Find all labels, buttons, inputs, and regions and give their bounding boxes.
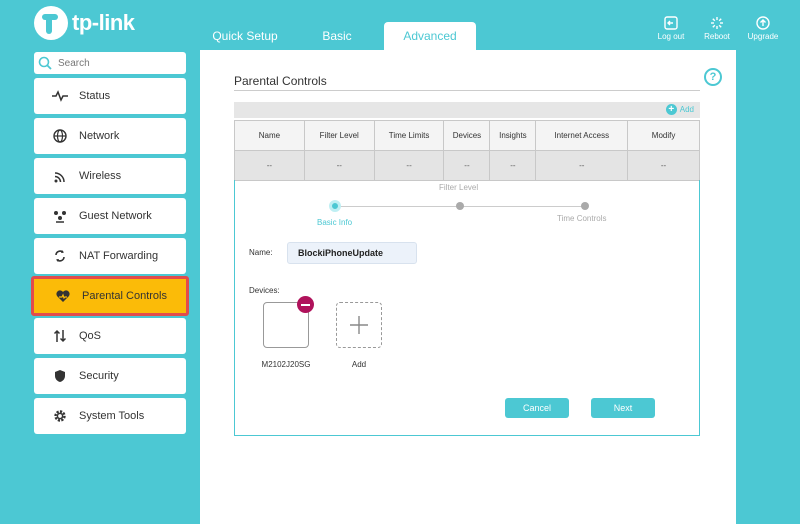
sidebar-item-system-tools[interactable]: System Tools: [34, 398, 186, 434]
sidebar-item-label: NAT Forwarding: [79, 250, 159, 262]
shield-icon: [52, 368, 68, 384]
device-name: M2102J20SG: [261, 360, 311, 369]
tab-basic[interactable]: Basic: [292, 22, 382, 50]
step-filter-level-label: Filter Level: [439, 183, 479, 192]
main-content: Parental Controls ? + Add Name Filter Le…: [200, 50, 736, 524]
sidebar-item-status[interactable]: Status: [34, 78, 186, 114]
table-row: -- -- -- -- -- -- --: [234, 150, 700, 181]
logo-text: tp-link: [72, 10, 135, 35]
sidebar-item-label: Parental Controls: [82, 290, 167, 302]
reboot-icon: [711, 17, 723, 29]
sidebar-item-wireless[interactable]: Wireless: [34, 158, 186, 194]
parental-controls-table: Name Filter Level Time Limits Devices In…: [234, 120, 700, 181]
tp-link-logo: tp-link: [34, 6, 135, 40]
add-device-button[interactable]: [336, 302, 382, 348]
help-icon[interactable]: ?: [704, 68, 722, 86]
upgrade-icon: [756, 16, 770, 30]
step-time-controls-label: Time Controls: [557, 214, 607, 223]
cancel-button[interactable]: Cancel: [505, 398, 569, 418]
devices-label: Devices:: [249, 286, 280, 295]
edit-panel: Filter Level Basic Info Time Controls Na…: [234, 180, 700, 436]
sidebar-item-label: Wireless: [79, 170, 122, 182]
reboot-button[interactable]: Reboot: [694, 16, 740, 41]
column-header: Modify: [627, 120, 700, 151]
heart-icon: [55, 288, 71, 304]
name-field-label: Name:: [249, 248, 273, 257]
step-basic-info-label: Basic Info: [317, 218, 353, 227]
column-header: Insights: [489, 120, 537, 151]
sidebar-item-label: Network: [79, 130, 120, 142]
table-cell: --: [303, 150, 375, 181]
gear-icon: [52, 408, 68, 424]
logout-icon: [664, 16, 678, 30]
table-cell: --: [443, 150, 491, 181]
logout-button[interactable]: Log out: [648, 16, 694, 41]
sidebar-item-guest-network[interactable]: Guest Network: [34, 198, 186, 234]
tp-link-logo-icon: [34, 6, 68, 40]
add-rule-button[interactable]: + Add: [665, 104, 694, 115]
table-cell: --: [627, 150, 700, 181]
table-toolbar: + Add: [234, 102, 700, 118]
sidebar: Status Network Wireless Guest Network NA…: [31, 78, 189, 438]
next-button[interactable]: Next: [591, 398, 655, 418]
title-divider: [234, 90, 700, 91]
top-actions: Log out Reboot Upgrade: [648, 16, 786, 41]
sidebar-item-label: Security: [79, 370, 119, 382]
step-time-controls-dot: [581, 202, 589, 210]
sidebar-item-nat-forwarding[interactable]: NAT Forwarding: [34, 238, 186, 274]
table-header-row: Name Filter Level Time Limits Devices In…: [234, 120, 700, 151]
search-input[interactable]: Search: [34, 52, 186, 74]
add-device-label: Add: [351, 360, 367, 369]
upgrade-button[interactable]: Upgrade: [740, 16, 786, 41]
column-header: Devices: [443, 120, 491, 151]
table-cell: --: [535, 150, 629, 181]
sidebar-item-label: Guest Network: [79, 210, 152, 222]
step-basic-info-dot: [329, 200, 341, 212]
remove-device-icon[interactable]: [297, 296, 314, 313]
status-icon: [52, 88, 68, 104]
column-header: Internet Access: [535, 120, 629, 151]
search-placeholder: Search: [58, 57, 90, 69]
plus-icon: [350, 316, 368, 334]
upgrade-label: Upgrade: [747, 32, 779, 41]
search-icon: [38, 56, 52, 70]
add-label: Add: [679, 105, 694, 114]
wifi-icon: [52, 168, 68, 184]
sidebar-item-label: Status: [79, 90, 111, 102]
column-header: Name: [234, 120, 305, 151]
add-icon: +: [665, 104, 677, 115]
sidebar-item-label: System Tools: [79, 410, 145, 422]
sidebar-item-qos[interactable]: QoS: [34, 318, 186, 354]
step-filter-level-dot: [456, 202, 464, 210]
tab-advanced[interactable]: Advanced: [384, 22, 476, 50]
sidebar-item-label: QoS: [79, 330, 102, 342]
reboot-label: Reboot: [704, 32, 730, 41]
page-title: Parental Controls: [234, 74, 327, 88]
column-header: Filter Level: [303, 120, 375, 151]
main-tabs: Quick Setup Basic Advanced: [200, 22, 478, 50]
sidebar-item-network[interactable]: Network: [34, 118, 186, 154]
logout-label: Log out: [657, 32, 685, 41]
table-cell: --: [489, 150, 537, 181]
table-cell: --: [234, 150, 305, 181]
column-header: Time Limits: [373, 120, 445, 151]
sidebar-item-parental-controls[interactable]: Parental Controls: [31, 276, 189, 316]
table-cell: --: [373, 150, 445, 181]
sidebar-item-security[interactable]: Security: [34, 358, 186, 394]
qos-icon: [52, 328, 68, 344]
tab-quick-setup[interactable]: Quick Setup: [200, 22, 290, 50]
name-field[interactable]: BlockiPhoneUpdate: [287, 242, 417, 264]
guest-icon: [52, 208, 68, 224]
globe-icon: [52, 128, 68, 144]
nat-icon: [52, 248, 68, 264]
